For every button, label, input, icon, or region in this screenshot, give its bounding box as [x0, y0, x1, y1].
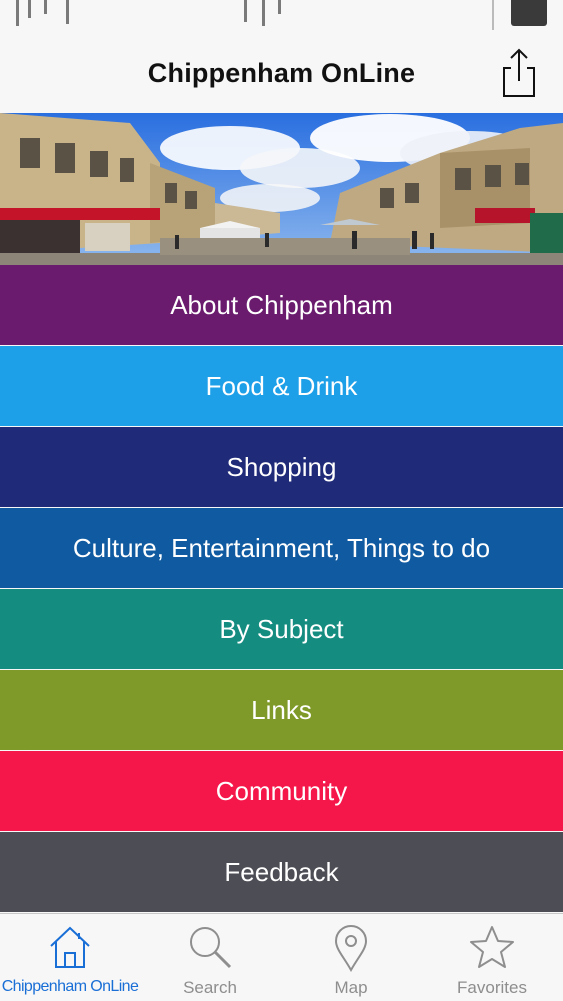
menu-item-by-subject[interactable]: By Subject: [0, 589, 563, 670]
share-button[interactable]: [501, 48, 537, 98]
status-mark: [44, 0, 47, 14]
menu-item-label: Culture, Entertainment, Things to do: [72, 532, 491, 563]
tab-label: Map: [334, 978, 368, 997]
status-bar: [0, 0, 563, 30]
map-pin-icon: [334, 925, 368, 972]
home-icon: [50, 926, 90, 968]
menu-item-food-drink[interactable]: Food & Drink: [0, 346, 563, 427]
menu-item-links[interactable]: Links: [0, 670, 563, 751]
tab-favorites[interactable]: Favorites: [422, 914, 562, 1001]
menu-item-feedback[interactable]: Feedback: [0, 832, 563, 913]
share-icon: [503, 48, 535, 97]
battery-icon: [511, 0, 547, 26]
tab-home[interactable]: Chippenham OnLine: [0, 914, 140, 1001]
star-icon: [470, 926, 514, 968]
tab-label: Search: [183, 978, 237, 997]
tab-search[interactable]: Search: [140, 914, 280, 1001]
menu-item-label: Community: [215, 775, 348, 806]
status-mark: [262, 0, 265, 26]
menu-item-shopping[interactable]: Shopping: [0, 427, 563, 508]
menu-item-label: Shopping: [226, 451, 337, 482]
menu-item-culture[interactable]: Culture, Entertainment, Things to do: [0, 508, 563, 589]
menu-item-community[interactable]: Community: [0, 751, 563, 832]
status-mark: [278, 0, 281, 14]
page-title: Chippenham OnLine: [147, 58, 416, 88]
menu-item-about[interactable]: About Chippenham: [0, 265, 563, 346]
tab-bar: Chippenham OnLine Search Map Favorites: [0, 913, 563, 1001]
status-mark: [28, 0, 31, 18]
status-mark: [66, 0, 69, 24]
menu-item-label: Feedback: [224, 856, 339, 887]
hero-image: [0, 113, 563, 265]
status-mark: [492, 0, 494, 30]
menu-item-label: Food & Drink: [205, 370, 358, 401]
tab-label: Chippenham OnLine: [1, 978, 139, 995]
nav-bar: Chippenham OnLine: [0, 30, 563, 113]
menu-item-label: Links: [251, 694, 312, 725]
search-icon: [190, 927, 232, 969]
menu-item-label: About Chippenham: [170, 289, 393, 320]
tab-label: Favorites: [457, 978, 527, 997]
main-menu: About Chippenham Food & Drink Shopping C…: [0, 265, 563, 913]
menu-item-label: By Subject: [219, 613, 344, 644]
town-street-photo: [0, 113, 563, 265]
tab-map[interactable]: Map: [281, 914, 421, 1001]
status-mark: [16, 0, 19, 26]
status-mark: [244, 0, 247, 22]
